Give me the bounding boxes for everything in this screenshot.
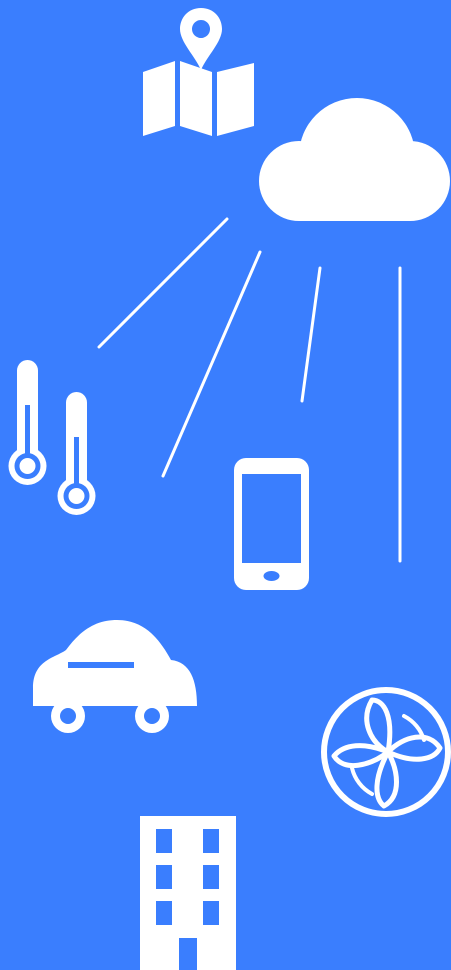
iot-diagram [0, 0, 451, 970]
building-icon [140, 816, 236, 970]
smartphone-icon [234, 458, 309, 590]
diagram-canvas [0, 0, 451, 970]
